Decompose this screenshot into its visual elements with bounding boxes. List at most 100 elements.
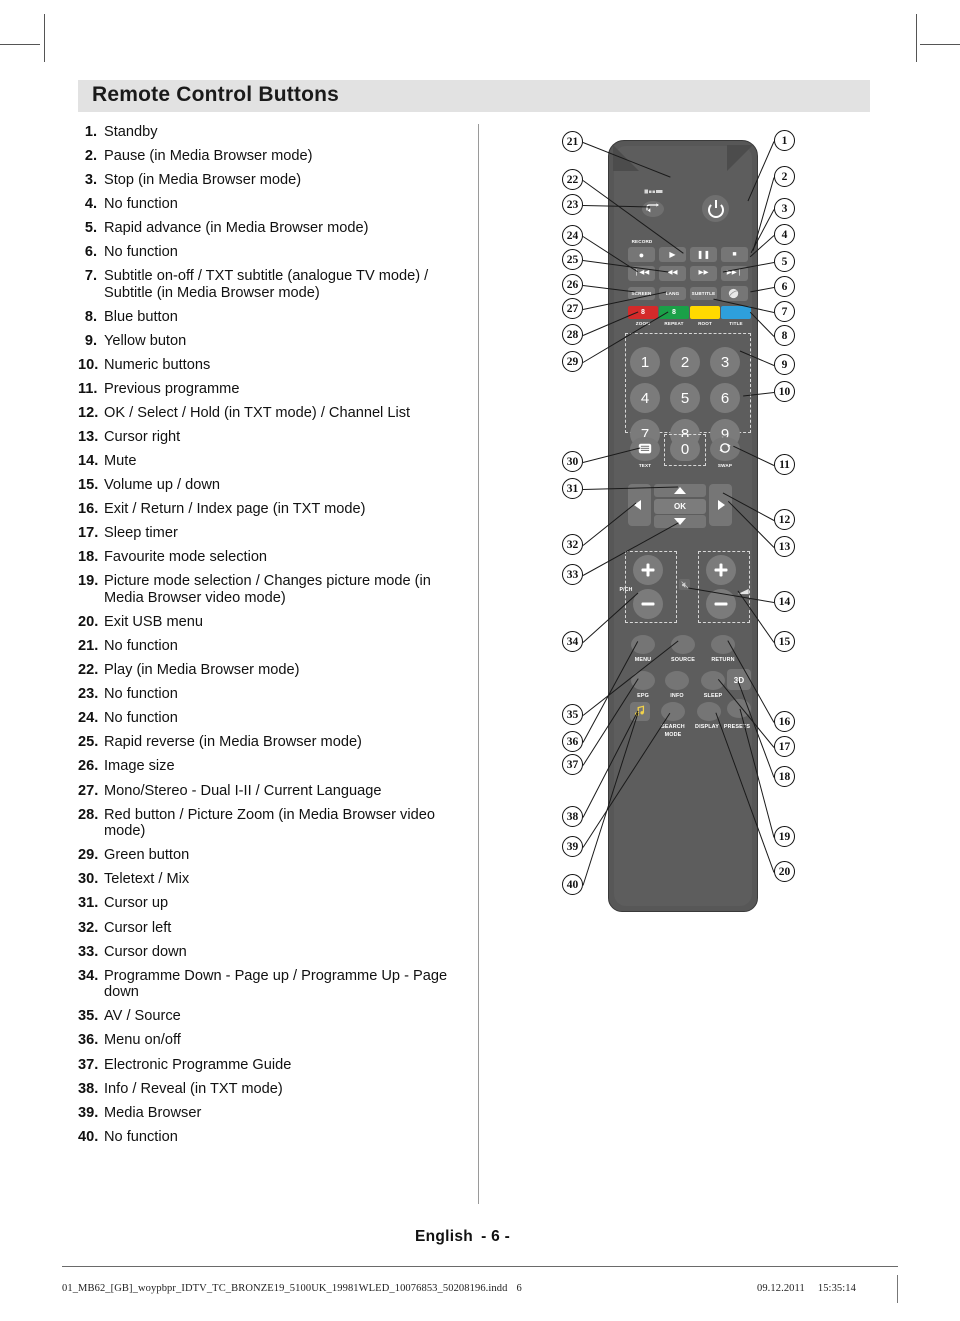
list-item-text: No function <box>104 686 178 703</box>
cursor-right-button[interactable] <box>709 484 732 526</box>
list-item-text: Cursor down <box>104 943 187 960</box>
list-item: 7. Subtitle on-off / TXT subtitle (analog… <box>78 268 470 302</box>
callout-37: 37 <box>562 754 583 775</box>
callout-35: 35 <box>562 704 583 725</box>
list-item-text: Sleep timer <box>104 525 178 542</box>
list-item: 33. Cursor down <box>78 944 470 961</box>
rapid-reverse-button[interactable]: ◀◀ <box>659 266 686 281</box>
list-item-number: 5. <box>84 220 97 237</box>
yellow-button[interactable] <box>690 306 720 319</box>
list-item-number: 18. <box>78 549 99 566</box>
numeric-key-0[interactable]: 0 <box>670 437 700 461</box>
list-item: 21. No function <box>78 638 470 655</box>
list-item-text: Teletext / Mix <box>104 871 190 888</box>
list-item: 37. Electronic Programme Guide <box>78 1057 470 1074</box>
swap-button[interactable] <box>710 437 740 461</box>
title-label: TITLE <box>729 321 743 326</box>
list-item-number: 8. <box>84 309 97 326</box>
numeric-key-3[interactable]: 3 <box>710 347 740 377</box>
text-label: TEXT <box>638 463 652 468</box>
list-item-text: Subtitle on-off / TXT subtitle (analogue… <box>104 268 429 302</box>
source-label: SOURCE <box>671 657 695 663</box>
list-item: 5. Rapid advance (in Media Browser mode) <box>78 220 470 237</box>
favourite-mode-button[interactable] <box>721 286 748 301</box>
blue-button[interactable] <box>721 306 751 319</box>
list-item-text: No function <box>104 196 178 213</box>
list-item-text: Mono/Stereo - Dual I-II / Current Langua… <box>104 782 382 799</box>
list-item-text: Yellow buton <box>104 333 187 350</box>
list-item-number: 26. <box>78 758 99 775</box>
callout-40: 40 <box>562 874 583 895</box>
list-item: 34. Programme Down - Page up / Programme … <box>78 968 470 1002</box>
record-dot-icon: ● <box>638 250 645 260</box>
rapid-advance-button[interactable]: ▶▶ <box>690 266 717 281</box>
return-button[interactable] <box>711 635 735 654</box>
standby-power-button[interactable] <box>702 195 729 222</box>
numeric-key-2[interactable]: 2 <box>670 347 700 377</box>
list-item-text: No function <box>104 1128 178 1145</box>
list-item-text: Pause (in Media Browser mode) <box>104 148 313 165</box>
cursor-down-button[interactable] <box>654 515 706 528</box>
list-item-number: 38. <box>78 1080 99 1097</box>
footer-timestamp-group: 09.12.2011 15:35:14 <box>757 1283 856 1294</box>
list-item: 26. Image size <box>78 758 470 775</box>
source-pictogram-icon <box>644 189 663 194</box>
ok-button[interactable]: OK <box>654 499 706 514</box>
callout-14: 14 <box>774 591 795 612</box>
record-button[interactable]: ● <box>628 247 655 262</box>
list-item: 25. Rapid reverse (in Media Browser mode) <box>78 734 470 751</box>
source-av-button[interactable] <box>671 635 695 654</box>
lang-button[interactable]: LANG <box>659 287 686 300</box>
list-item-text: Previous programme <box>104 381 240 398</box>
programme-up-button[interactable] <box>633 555 663 585</box>
info-label: INFO <box>670 693 684 699</box>
list-item-number: 25. <box>78 734 99 751</box>
list-item-text: Menu on/off <box>104 1032 181 1049</box>
callout-24: 24 <box>562 225 583 246</box>
list-item-text: Standby <box>104 124 158 140</box>
source-button[interactable] <box>642 201 664 217</box>
epg-label: EPG <box>637 693 649 699</box>
list-item: 11. Previous programme <box>78 381 470 398</box>
list-item-text: No function <box>104 710 178 727</box>
list-item-number: 29. <box>78 847 99 864</box>
list-item-text: Green button <box>104 847 190 864</box>
numeric-key-label: 4 <box>640 389 650 407</box>
info-button[interactable] <box>665 671 689 690</box>
callout-1: 1 <box>774 130 795 151</box>
stop-icon: ■ <box>732 251 737 258</box>
list-item-text: AV / Source <box>104 1008 181 1025</box>
numeric-key-1[interactable]: 1 <box>630 347 660 377</box>
list-item-number: 7. <box>84 268 97 285</box>
list-item-number: 11. <box>78 381 98 398</box>
volume-up-button[interactable] <box>706 555 736 585</box>
list-item-number: 24. <box>78 710 99 727</box>
callout-34: 34 <box>562 631 583 652</box>
record-label: RECORD <box>631 239 653 244</box>
numeric-key-6[interactable]: 6 <box>710 383 740 413</box>
minus-bar <box>641 602 655 606</box>
pause-button[interactable]: ❚❚ <box>690 247 717 262</box>
callout-5: 5 <box>774 251 795 272</box>
sleep-button[interactable] <box>701 671 725 690</box>
callout-4: 4 <box>774 224 795 245</box>
numeric-key-4[interactable]: 4 <box>630 383 660 413</box>
list-item: 19. Picture mode selection / Changes pict… <box>78 573 470 607</box>
numeric-key-5[interactable]: 5 <box>670 383 700 413</box>
button-function-list: 1. Standby 2. Pause (in Media Browser mode)… <box>78 124 470 1153</box>
page-number-label: - 6 - <box>481 1228 511 1245</box>
subtitle-label: SUBTITLE <box>691 291 716 296</box>
footer-crop-tick <box>897 1275 898 1303</box>
pause-icon: ❚❚ <box>696 249 711 259</box>
plus-vertical-bar <box>719 563 723 577</box>
callout-7: 7 <box>774 301 795 322</box>
callout-30: 30 <box>562 451 583 472</box>
play-button[interactable]: ▶ <box>659 247 686 262</box>
language-label: English <box>415 1228 474 1245</box>
list-item-number: 17. <box>78 525 99 542</box>
list-item-number: 10. <box>78 357 99 374</box>
callout-32: 32 <box>562 534 583 555</box>
stop-button[interactable]: ■ <box>721 247 748 262</box>
list-item: 38. Info / Reveal (in TXT mode) <box>78 1081 470 1098</box>
list-item-number: 14. <box>78 453 99 470</box>
